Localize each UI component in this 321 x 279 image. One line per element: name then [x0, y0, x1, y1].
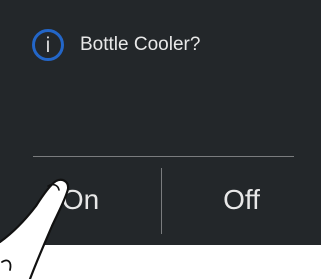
on-button-label: On — [61, 184, 100, 215]
horizontal-divider — [33, 156, 294, 157]
off-button-label: Off — [223, 184, 260, 215]
info-icon: i — [32, 29, 64, 61]
on-button[interactable]: On — [0, 165, 161, 235]
dialog-title: Bottle Cooler? — [80, 34, 201, 55]
info-icon-glyph: i — [45, 33, 51, 57]
dialog-header: i Bottle Cooler? — [32, 27, 200, 63]
bottle-cooler-dialog: i Bottle Cooler? On Off — [0, 0, 321, 245]
off-button[interactable]: Off — [162, 165, 321, 235]
